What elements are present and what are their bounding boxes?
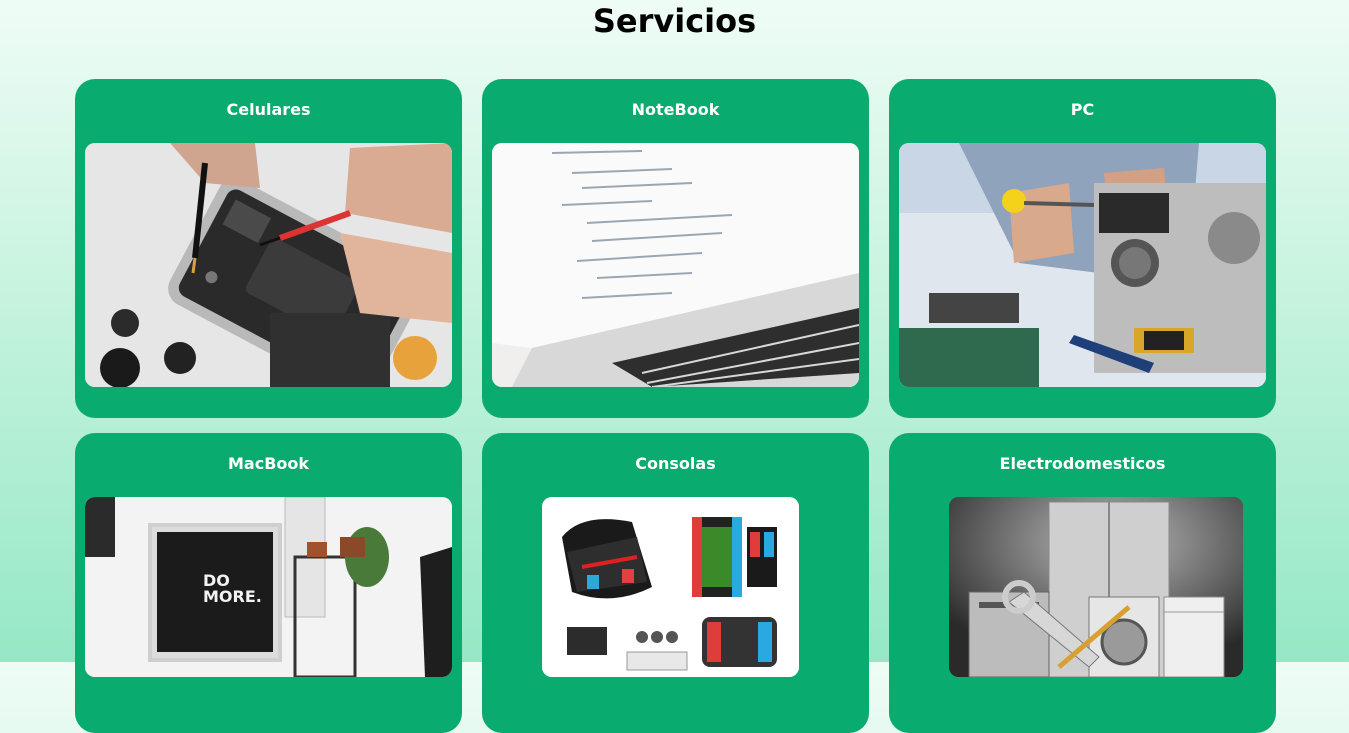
service-card-notebook[interactable]: NoteBook [482,79,869,418]
service-card-celulares[interactable]: Celulares [75,79,462,418]
appliances-image [949,497,1243,677]
service-card-electrodomesticos[interactable]: Electrodomesticos [889,433,1276,733]
service-card-macbook[interactable]: MacBook DO MORE. [75,433,462,733]
phone-repair-image [85,143,452,387]
service-card-title: Electrodomesticos [999,454,1166,473]
pc-repair-image [899,143,1266,387]
service-card-title: NoteBook [631,100,720,119]
service-card-pc[interactable]: PC [889,79,1276,418]
service-card-title: PC [1070,100,1095,119]
service-card-title: Celulares [226,100,311,119]
service-card-consolas[interactable]: Consolas [482,433,869,733]
consoles-image [542,497,799,677]
service-card-title: MacBook [227,454,310,473]
page-title: Servicios [592,2,757,40]
service-card-title: Consolas [635,454,716,473]
macbook-screen-text: DO MORE. [203,571,262,606]
notebook-image [492,143,859,387]
macbook-image: DO MORE. [85,497,452,677]
